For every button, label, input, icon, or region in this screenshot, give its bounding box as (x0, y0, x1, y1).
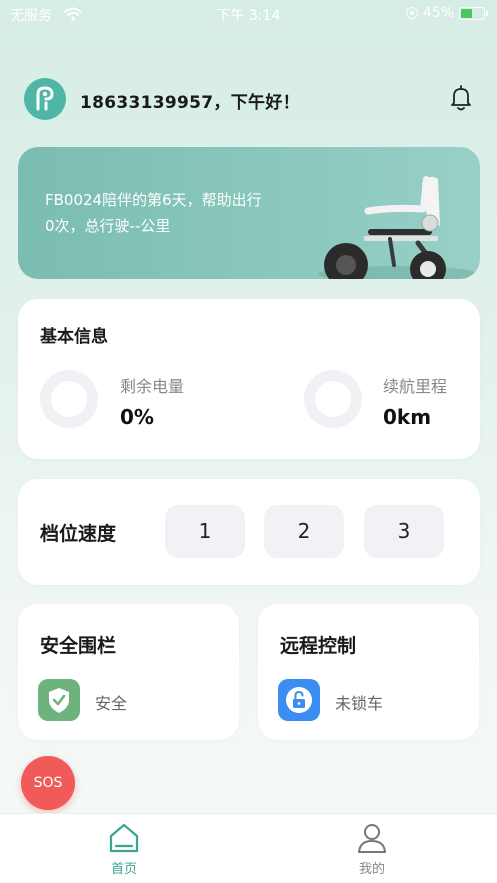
gear-speed-card: 档位速度 1 2 3 (18, 479, 480, 585)
user-icon (358, 824, 386, 853)
orientation-lock-icon (405, 7, 418, 19)
tab-bar: 首页 我的 (0, 813, 497, 883)
shield-check-icon (38, 679, 80, 721)
status-right: 45% (405, 5, 488, 21)
safety-fence-card[interactable]: 安全围栏 安全 (18, 604, 239, 740)
tab-mine-label: 我的 (358, 862, 385, 877)
bell-icon[interactable] (448, 84, 474, 112)
tab-home[interactable]: 首页 (64, 814, 184, 883)
battery-percent: 45% (422, 5, 454, 21)
battery-fill (461, 8, 472, 18)
app-logo-icon[interactable] (24, 78, 66, 120)
banner-line-2: 0次，总行驶--公里 (45, 217, 171, 235)
gear-2-button[interactable]: 2 (264, 505, 344, 558)
remote-control-title: 远程控制 (280, 635, 357, 657)
banner-text: FB0024陪伴的第6天，帮助出行 0次，总行驶--公里 (45, 187, 305, 239)
battery-value: 0% (120, 405, 154, 429)
remote-control-card[interactable]: 远程控制 未锁车 (258, 604, 479, 740)
range-label: 续航里程 (383, 377, 448, 396)
gear-speed-title: 档位速度 (40, 523, 117, 545)
remote-control-status: 未锁车 (335, 694, 384, 713)
range-ring-chart (304, 370, 362, 428)
gear-1-button[interactable]: 1 (165, 505, 245, 558)
greeting-text: 18633139957，下午好！ (80, 93, 300, 113)
basic-info-title: 基本信息 (40, 327, 108, 347)
usage-banner[interactable]: FB0024陪伴的第6天，帮助出行 0次，总行驶--公里 (18, 147, 480, 279)
tab-mine[interactable]: 我的 (312, 814, 432, 883)
tab-home-label: 首页 (110, 862, 137, 877)
unlock-icon (278, 679, 320, 721)
gear-3-button[interactable]: 3 (364, 505, 444, 558)
header: 18633139957，下午好！ (24, 78, 474, 120)
status-bar: 无服务 下午 3:14 45% (0, 0, 497, 28)
range-value: 0km (383, 405, 432, 429)
battery-label: 剩余电量 (120, 377, 185, 396)
wheelchair-illustration (318, 176, 478, 279)
sos-button[interactable]: SOS (21, 756, 75, 810)
battery-ring-chart (40, 370, 98, 428)
battery-icon (459, 6, 488, 20)
home-icon (109, 823, 139, 853)
basic-info-card: 基本信息 剩余电量 0% 续航里程 0km (18, 299, 480, 459)
banner-line-1: FB0024陪伴的第6天，帮助出行 (45, 191, 262, 209)
safety-fence-status: 安全 (95, 694, 128, 713)
safety-fence-title: 安全围栏 (40, 635, 117, 657)
